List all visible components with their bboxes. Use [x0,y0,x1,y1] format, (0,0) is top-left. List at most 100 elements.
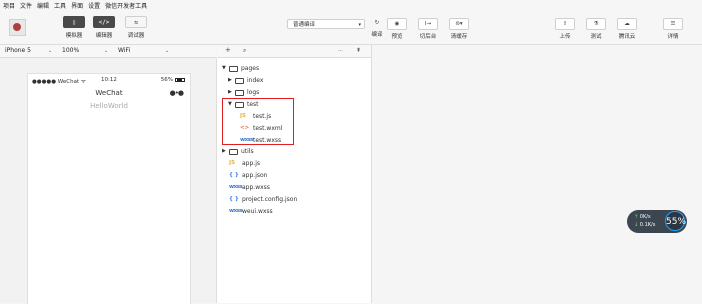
folder-icon [229,148,238,155]
download-rate: ↓ 0.1K/s [634,221,655,229]
tree-folder-index[interactable]: ▶ index [228,75,263,86]
simulator-panel: ●●●●● WeChat ᯤ 10:12 56% WeChat ●•● Hell… [0,58,217,304]
upload-rate-value: 0K/s [639,214,651,220]
chevron-down-icon: ▾ [358,22,361,28]
upload-rate: ↑ 0K/s [634,213,655,221]
debugger-toggle[interactable]: ⇆ 调试器 [118,16,154,39]
tree-item-label: app.wxss [242,184,270,191]
network-rates: ↑ 0K/s ↓ 0.1K/s [634,213,655,229]
tree-folder-pages[interactable]: ▼ pages [222,63,259,74]
phone-screen[interactable]: ●●●●● WeChat ᯤ 10:12 56% WeChat ●•● Hell… [27,73,191,304]
usage-percent: 55% [665,211,686,231]
preview-label: 预览 [391,34,403,40]
preview-button[interactable]: ◉ 预览 [383,18,411,40]
tree-item-label: logs [247,89,260,96]
js-file-icon: JS [229,160,236,166]
tree-item-label: app.js [242,160,260,167]
tree-item-label: utils [241,148,254,155]
tree-item-label: weui.wxss [242,208,273,215]
device-value: iPhone 5 [5,47,31,54]
file-tree-toolbar: + ⌕ ··· ⇞ [217,45,372,58]
layers-icon: ⊜▾ [449,18,469,30]
more-icon[interactable]: ··· [338,48,343,54]
editor-area[interactable] [372,45,702,303]
avatar[interactable] [9,19,26,36]
menu-item-file[interactable]: 文件 [20,1,32,10]
upload-label: 上传 [559,34,571,40]
editor-label: 编辑器 [95,33,113,39]
nav-title: WeChat [95,89,123,97]
tree-item-label: pages [241,65,260,72]
tree-item-label: index [247,77,264,84]
status-time: 10:12 [101,77,117,83]
cloud-icon: ☁ [617,18,637,30]
folder-open-icon [229,65,238,72]
tree-item-label: project.config.json [242,196,298,203]
phone-status-bar: ●●●●● WeChat ᯤ 10:12 56% [28,74,190,86]
compile-mode-value: 普通编译 [293,22,316,28]
chevron-down-icon: ▼ [222,65,226,71]
tencent-cloud-button[interactable]: ☁ 腾讯云 [613,18,641,40]
zoom-select[interactable]: 100% ⌄ [62,45,112,57]
json-file-icon: { } [229,172,239,178]
switch-background-icon: I→ [418,18,438,30]
add-file-icon[interactable]: + [225,46,231,54]
chevron-right-icon: ▶ [228,77,232,83]
phone-icon: ▯ [63,16,85,28]
search-icon[interactable]: ⌕ [243,47,246,55]
menu-icon: ☰ [663,18,683,30]
tree-file-project-config-json[interactable]: { } project.config.json [229,194,297,205]
background-label: 切后台 [419,34,437,40]
collapse-icon[interactable]: ⇞ [356,47,361,54]
editor-toggle[interactable]: </> 编辑器 [86,16,122,39]
code-icon: </> [93,16,115,28]
tree-file-weui-wxss[interactable]: wxss weui.wxss [229,206,273,217]
device-select[interactable]: iPhone 5 ⌄ [5,45,55,57]
details-button[interactable]: ☰ 详情 [659,18,687,40]
page-content-text: HelloWorld [90,102,128,110]
test-button[interactable]: ⚗ 测试 [582,18,610,40]
debugger-icon: ⇆ [125,16,147,28]
battery-icon [175,78,185,82]
folder-icon [235,89,244,96]
menu-item-project[interactable]: 项目 [3,1,15,10]
download-arrow-icon: ↓ [634,222,639,228]
clear-cache-label: 清缓存 [450,34,468,40]
menu-item-edit[interactable]: 编辑 [37,1,49,10]
upload-button[interactable]: ⇧ 上传 [551,18,579,40]
network-select[interactable]: WiFi ⌄ [118,45,173,57]
eye-icon: ◉ [387,18,407,30]
network-speed-widget[interactable]: ↑ 0K/s ↓ 0.1K/s 55% [627,210,687,233]
json-file-icon: { } [229,196,239,202]
debugger-label: 调试器 [127,33,145,39]
menu-item-wechat-devtools[interactable]: 微信开发者工具 [105,1,147,10]
tree-file-app-wxss[interactable]: wxss app.wxss [229,182,270,193]
test-label: 测试 [590,34,602,40]
chevron-right-icon: ▶ [222,148,226,154]
tree-folder-logs[interactable]: ▶ logs [228,87,259,98]
wxss-file-icon: wxss [229,184,243,190]
tree-folder-utils[interactable]: ▶ utils [222,146,254,157]
more-dots-icon[interactable]: ●•● [170,86,184,100]
menu-bar: 项目 文件 编辑 工具 界面 设置 微信开发者工具 [0,0,702,11]
wxss-file-icon: wxss [229,208,243,214]
background-button[interactable]: I→ 切后台 [414,18,442,40]
chevron-down-icon: ⌄ [104,48,109,54]
tree-file-app-json[interactable]: { } app.json [229,170,267,181]
chevron-down-icon: ⌄ [165,48,170,54]
chevron-down-icon: ⌄ [48,48,53,54]
folder-icon [235,77,244,84]
menu-item-interface[interactable]: 界面 [71,1,83,10]
battery-indicator: 56% [161,77,185,83]
tree-file-app-js[interactable]: JS app.js [229,158,260,169]
upload-arrow-icon: ↑ [634,214,639,220]
signal-indicator: ●●●●● WeChat ᯤ [32,79,86,85]
tree-item-label: app.json [242,172,268,179]
zoom-value: 100% [62,47,80,54]
clear-cache-button[interactable]: ⊜▾ 清缓存 [445,18,473,40]
menu-item-settings[interactable]: 设置 [88,1,100,10]
menu-item-tools[interactable]: 工具 [54,1,66,10]
battery-percent: 56% [160,77,173,83]
compile-mode-select[interactable]: 普通编译 ▾ [287,19,365,29]
main-toolbar: ▯ 模拟器 </> 编辑器 ⇆ 调试器 普通编译 ▾ ↻ 编译 ◉ 预览 I→ … [0,11,702,45]
